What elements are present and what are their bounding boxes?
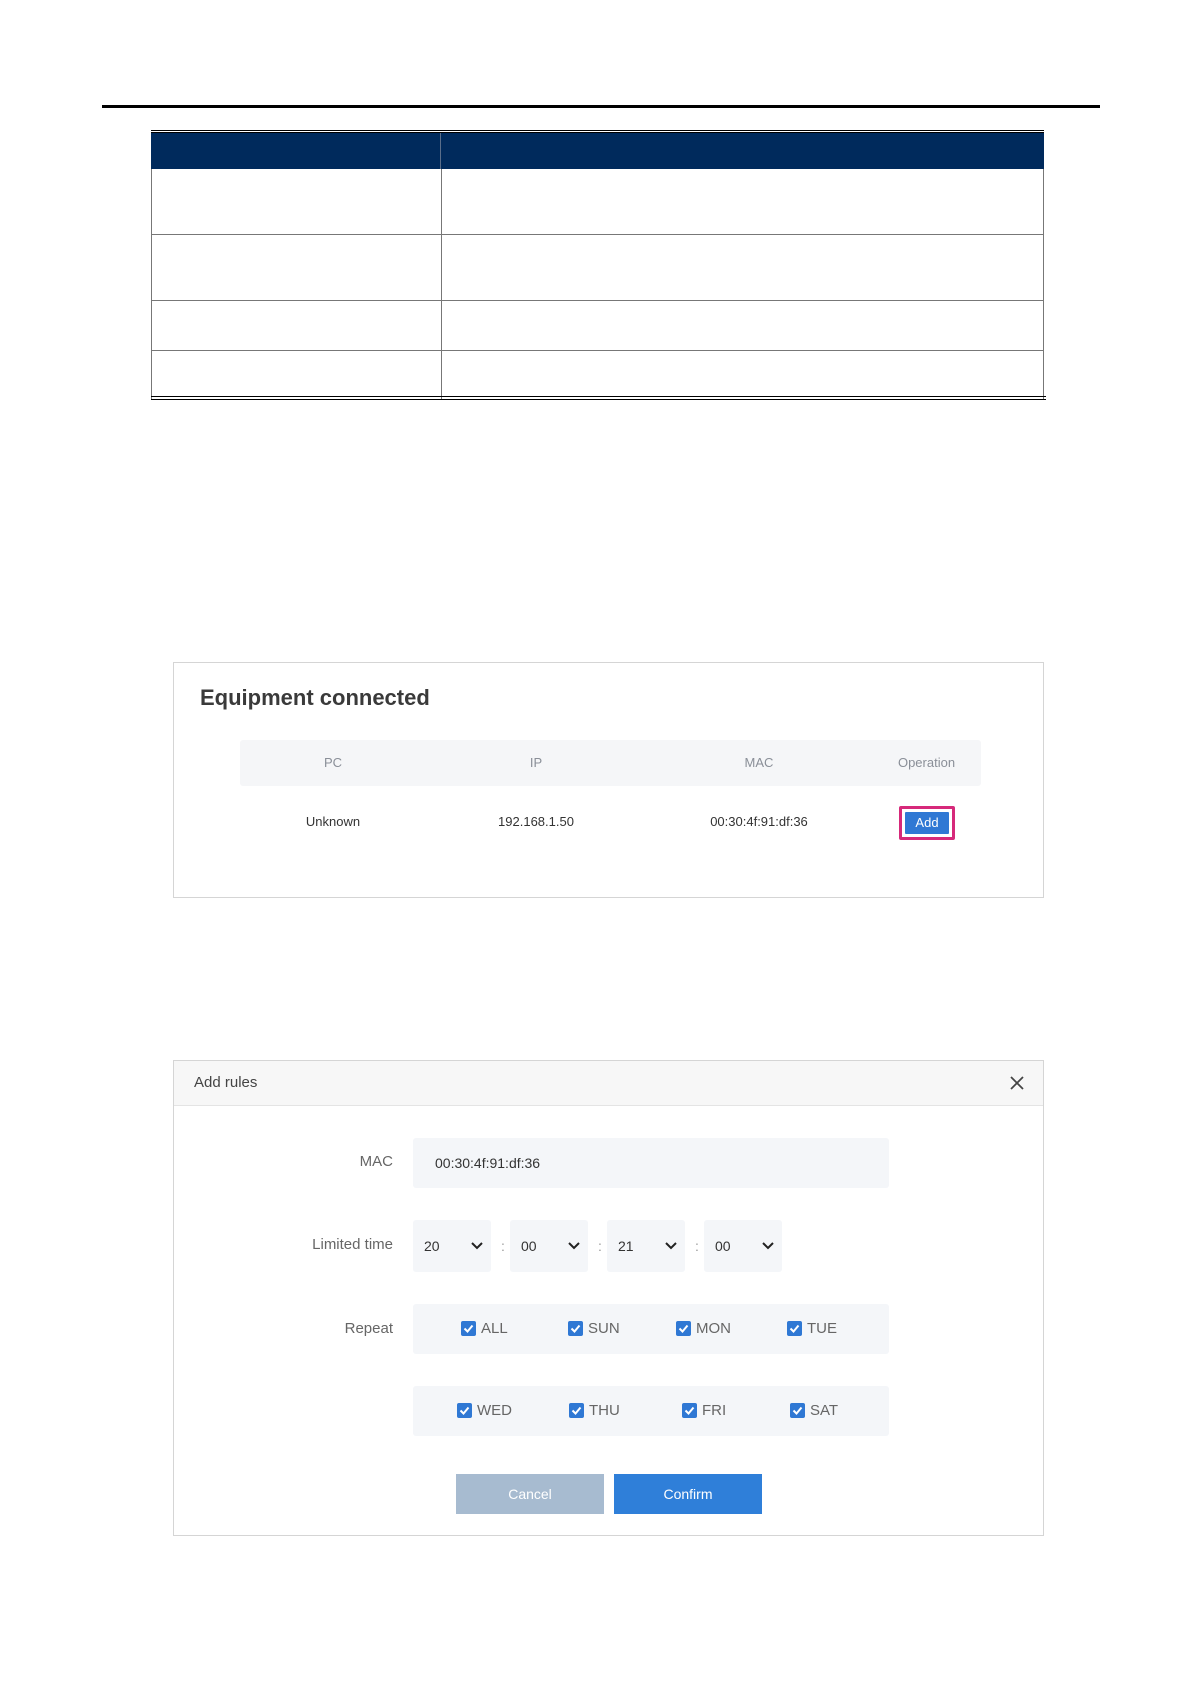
checkbox-checked-icon [787, 1321, 802, 1336]
column-header-mac: MAC [744, 755, 774, 770]
start-minute-value: 00 [521, 1238, 537, 1254]
time-separator: : [598, 1238, 602, 1254]
chevron-down-icon [471, 1242, 483, 1250]
day-label: THU [589, 1402, 620, 1419]
day-label: SAT [810, 1402, 839, 1419]
table-row: Unknown 192.168.1.50 00:30:4f:91:df:36 A… [240, 799, 981, 845]
spec-cell [152, 351, 442, 399]
dialog-header: Add rules [174, 1061, 1043, 1106]
day-label: FRI [702, 1402, 727, 1419]
day-label: ALL [481, 1320, 508, 1337]
confirm-button[interactable]: Confirm [614, 1474, 762, 1514]
spec-cell [442, 235, 1043, 300]
day-label: TUE [807, 1320, 837, 1337]
spec-table-row [151, 351, 1044, 399]
device-mac: 00:30:4f:91:df:36 [710, 814, 808, 829]
spec-table-header [151, 133, 1044, 169]
checkbox-checked-icon [461, 1321, 476, 1336]
start-hour-select[interactable]: 20 [413, 1220, 491, 1272]
end-hour-select[interactable]: 21 [607, 1220, 685, 1272]
spec-table-row [151, 301, 1044, 351]
spec-cell [442, 169, 1043, 234]
checkbox-checked-icon [790, 1403, 805, 1418]
end-minute-select[interactable]: 00 [704, 1220, 782, 1272]
time-separator: : [695, 1238, 699, 1254]
start-hour-value: 20 [424, 1238, 440, 1254]
spec-table-bottom-rule [151, 396, 1046, 400]
repeat-days-row-1: ALL SUN MON TUE [413, 1304, 889, 1354]
spec-cell [152, 301, 442, 350]
spec-table-row [151, 235, 1044, 301]
repeat-days-row-2: WED THU FRI SAT [413, 1386, 889, 1436]
column-header-pc: PC [323, 755, 343, 770]
close-icon[interactable] [1007, 1073, 1027, 1093]
checkbox-checked-icon [457, 1403, 472, 1418]
chevron-down-icon [665, 1242, 677, 1250]
column-header-operation: Operation [897, 755, 956, 770]
day-label: WED [477, 1402, 512, 1419]
spec-table-row [151, 169, 1044, 235]
spec-header-cell [151, 133, 441, 169]
checkbox-checked-icon [682, 1403, 697, 1418]
end-hour-value: 21 [618, 1238, 634, 1254]
column-header-ip: IP [529, 755, 543, 770]
spec-table [151, 130, 1044, 399]
day-label: MON [696, 1320, 731, 1337]
equipment-title: Equipment connected [200, 685, 430, 710]
add-rules-dialog: Add rules MAC Limited time 20 : 00 : 21 … [173, 1060, 1044, 1536]
chevron-down-icon [568, 1242, 580, 1250]
checkbox-checked-icon [569, 1403, 584, 1418]
checkbox-checked-icon [676, 1321, 691, 1336]
mac-input[interactable] [413, 1138, 889, 1188]
repeat-label: Repeat [344, 1320, 393, 1337]
spec-cell [152, 235, 442, 300]
dialog-title: Add rules [194, 1074, 258, 1091]
page-top-rule [102, 105, 1100, 108]
add-button-highlight: Add [899, 806, 955, 840]
mac-label: MAC [359, 1153, 393, 1170]
add-button[interactable]: Add [905, 812, 949, 834]
device-ip: 192.168.1.50 [498, 814, 574, 829]
start-minute-select[interactable]: 00 [510, 1220, 588, 1272]
end-minute-value: 00 [715, 1238, 731, 1254]
spec-cell [152, 169, 442, 234]
spec-cell [442, 351, 1043, 399]
cancel-button[interactable]: Cancel [456, 1474, 604, 1514]
equipment-panel: Equipment connected PC IP MAC Operation … [173, 662, 1044, 898]
chevron-down-icon [762, 1242, 774, 1250]
device-name: Unknown [305, 814, 361, 829]
checkbox-checked-icon [568, 1321, 583, 1336]
limited-time-label: Limited time [312, 1236, 393, 1253]
spec-cell [442, 301, 1043, 350]
time-separator: : [501, 1238, 505, 1254]
equipment-table-header: PC IP MAC Operation [240, 740, 981, 786]
day-label: SUN [588, 1320, 620, 1337]
